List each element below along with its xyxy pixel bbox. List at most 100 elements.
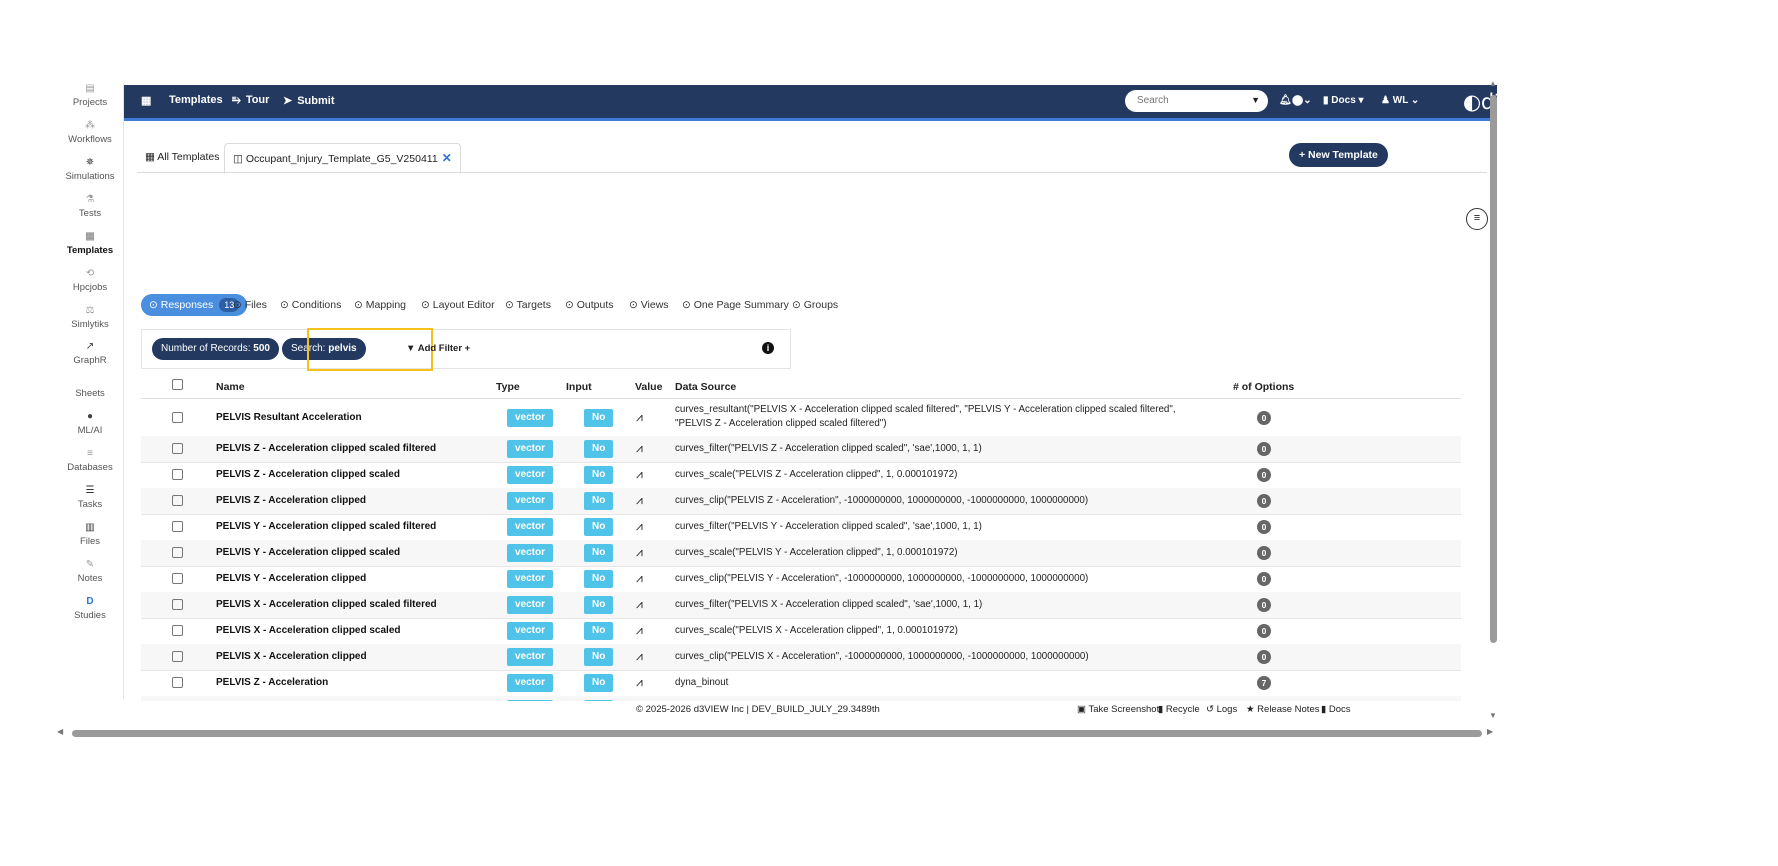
- nav-submit[interactable]: ➤ Submit: [283, 94, 335, 107]
- table-row[interactable]: PELVIS X - Acceleration clipped scaled f…: [141, 592, 1461, 619]
- chart-icon[interactable]: ⩘: [636, 467, 643, 482]
- horizontal-scrollbar[interactable]: ◀ ▶: [57, 727, 1497, 739]
- subtab-groups[interactable]: ⊙ Groups: [792, 299, 838, 311]
- options-count-badge[interactable]: 0: [1257, 598, 1271, 612]
- row-checkbox[interactable]: [172, 625, 183, 639]
- rail-item-simlytiks[interactable]: ⚖ Simlytiks: [57, 305, 123, 330]
- row-name[interactable]: PELVIS Resultant Acceleration: [216, 412, 362, 423]
- logs-link[interactable]: ↺ Logs: [1206, 704, 1237, 715]
- search-input[interactable]: [1135, 94, 1249, 107]
- options-count-badge[interactable]: 0: [1257, 442, 1271, 456]
- nav-user[interactable]: ♟ WL ⌄: [1381, 95, 1419, 106]
- table-row[interactable]: PELVIS Z - Acceleration vector No ⩘ dyna_bin…: [141, 670, 1461, 697]
- header-input[interactable]: Input: [566, 381, 592, 393]
- rail-item-tests[interactable]: ⚗ Tests: [57, 194, 123, 219]
- row-checkbox[interactable]: [172, 521, 183, 535]
- rail-item-workflows[interactable]: ⁂ Workflows: [57, 120, 123, 145]
- table-row[interactable]: PELVIS Z - Acceleration clipped scaled f…: [141, 436, 1461, 463]
- row-checkbox[interactable]: [172, 677, 183, 691]
- footer-docs-link[interactable]: ▮ Docs: [1321, 704, 1351, 715]
- chart-icon[interactable]: ⩘: [636, 545, 643, 560]
- vertical-scroll-thumb[interactable]: [1490, 95, 1497, 643]
- header-options[interactable]: # of Options: [1233, 381, 1294, 393]
- table-row[interactable]: PELVIS Z - Acceleration clipped scaled ve…: [141, 462, 1461, 489]
- row-name[interactable]: PELVIS X - Acceleration clipped scaled: [216, 625, 401, 636]
- row-name[interactable]: PELVIS Y - Acceleration clipped scaled f…: [216, 521, 436, 532]
- chevron-down-icon[interactable]: ▼: [1251, 95, 1260, 105]
- take-screenshot-link[interactable]: ▣ Take Screenshot: [1077, 704, 1159, 715]
- nav-docs[interactable]: ▮ Docs ▾: [1323, 95, 1364, 106]
- horizontal-scroll-thumb[interactable]: [72, 730, 1482, 737]
- options-count-badge[interactable]: 7: [1257, 676, 1271, 690]
- rail-item-files[interactable]: ▥ Files: [57, 522, 123, 547]
- subtab-targets[interactable]: ⊙ Targets: [505, 299, 551, 311]
- rail-item-databases[interactable]: ≡ Databases: [57, 448, 123, 473]
- tab-current-template[interactable]: ◫ Occupant_Injury_Template_G5_V250411 ✕: [224, 143, 461, 174]
- nav-tour[interactable]: ⥱ Tour: [232, 94, 269, 107]
- status-toggle[interactable]: ⬤⌄: [1292, 95, 1312, 106]
- options-count-badge[interactable]: 0: [1257, 520, 1271, 534]
- row-checkbox[interactable]: [172, 495, 183, 509]
- rail-item-simulations[interactable]: ✵ Simulations: [57, 157, 123, 182]
- row-name[interactable]: PELVIS Y - Acceleration clipped: [216, 573, 366, 584]
- options-count-badge[interactable]: 0: [1257, 572, 1271, 586]
- subtab-views[interactable]: ⊙ Views: [629, 299, 669, 311]
- row-name[interactable]: PELVIS Z - Acceleration clipped scaled: [216, 469, 400, 480]
- options-count-badge[interactable]: 0: [1257, 494, 1271, 508]
- subtab-outputs[interactable]: ⊙ Outputs: [565, 299, 614, 311]
- table-row[interactable]: PELVIS Y - Acceleration clipped scaled ve…: [141, 540, 1461, 567]
- row-name[interactable]: PELVIS Z - Acceleration clipped: [216, 495, 366, 506]
- scroll-right-icon[interactable]: ▶: [1487, 727, 1493, 736]
- tab-all-templates[interactable]: ▦ All Templates: [137, 143, 228, 172]
- row-name[interactable]: PELVIS Y - Acceleration clipped scaled: [216, 547, 400, 558]
- options-count-badge[interactable]: 0: [1257, 624, 1271, 638]
- chart-icon[interactable]: ⩘: [636, 649, 643, 664]
- info-icon[interactable]: i: [762, 342, 774, 354]
- header-data-source[interactable]: Data Source: [675, 381, 736, 393]
- header-name[interactable]: Name: [216, 381, 245, 393]
- nav-templates[interactable]: Templates: [169, 94, 223, 106]
- table-row[interactable]: PELVIS Y - Acceleration clipped vector No ⩘…: [141, 566, 1461, 593]
- table-row[interactable]: PELVIS Z - Acceleration clipped vector No ⩘…: [141, 488, 1461, 515]
- close-icon[interactable]: ✕: [442, 151, 452, 165]
- chart-icon[interactable]: ⩘: [636, 597, 643, 612]
- rail-item-graphr[interactable]: ↗ GraphR: [57, 341, 123, 366]
- select-all-checkbox[interactable]: [172, 379, 183, 393]
- rail-item-mlai[interactable]: ● ML/AI: [57, 411, 123, 436]
- row-name[interactable]: PELVIS Z - Acceleration clipped scaled f…: [216, 443, 436, 454]
- menu-icon[interactable]: ≡: [1466, 208, 1488, 230]
- rail-item-sheets[interactable]: Sheets: [57, 388, 123, 399]
- table-row[interactable]: PELVIS Resultant Acceleration vector No ⩘ cu…: [141, 399, 1461, 437]
- table-row[interactable]: PELVIS X - Acceleration clipped vector No ⩘…: [141, 644, 1461, 671]
- options-count-badge[interactable]: 0: [1257, 468, 1271, 482]
- row-checkbox[interactable]: [172, 547, 183, 561]
- release-notes-link[interactable]: ★ Release Notes: [1246, 704, 1319, 715]
- chart-icon[interactable]: ⩘: [636, 675, 643, 690]
- row-checkbox[interactable]: [172, 469, 183, 483]
- rail-item-hpcjobs[interactable]: ⟲ Hpcjobs: [57, 268, 123, 293]
- new-template-button[interactable]: + New Template: [1289, 143, 1388, 167]
- rail-item-projects[interactable]: ▤ Projects: [57, 83, 123, 108]
- subtab-conditions[interactable]: ⊙ Conditions: [280, 299, 341, 311]
- row-name[interactable]: PELVIS X - Acceleration clipped scaled f…: [216, 599, 437, 610]
- records-count-pill[interactable]: Number of Records: 500: [152, 338, 279, 360]
- row-checkbox[interactable]: [172, 573, 183, 587]
- add-filter-button[interactable]: ▼ Add Filter +: [406, 343, 470, 354]
- subtab-layout-editor[interactable]: ⊙ Layout Editor: [421, 299, 495, 311]
- chart-icon[interactable]: ⩘: [636, 441, 643, 456]
- row-name[interactable]: PELVIS X - Acceleration clipped: [216, 651, 367, 662]
- global-search[interactable]: ▼: [1125, 90, 1268, 112]
- rail-item-notes[interactable]: ✎ Notes: [57, 559, 123, 584]
- chart-icon[interactable]: ⩘: [636, 519, 643, 534]
- options-count-badge[interactable]: 0: [1257, 411, 1271, 425]
- chart-icon[interactable]: ⩘: [636, 623, 643, 638]
- chart-icon[interactable]: ⩘: [636, 571, 643, 586]
- scroll-down-icon[interactable]: ▼: [1489, 711, 1497, 720]
- subtab-responses[interactable]: ⊙ Responses 13: [141, 294, 248, 316]
- table-row[interactable]: PELVIS Y - Acceleration clipped scaled f…: [141, 514, 1461, 541]
- header-type[interactable]: Type: [496, 381, 520, 393]
- vertical-scrollbar[interactable]: ▲ ▼: [1489, 79, 1497, 720]
- rail-item-templates[interactable]: ▦ Templates: [57, 231, 123, 256]
- row-checkbox[interactable]: [172, 599, 183, 613]
- chart-icon[interactable]: ⩘: [636, 493, 643, 508]
